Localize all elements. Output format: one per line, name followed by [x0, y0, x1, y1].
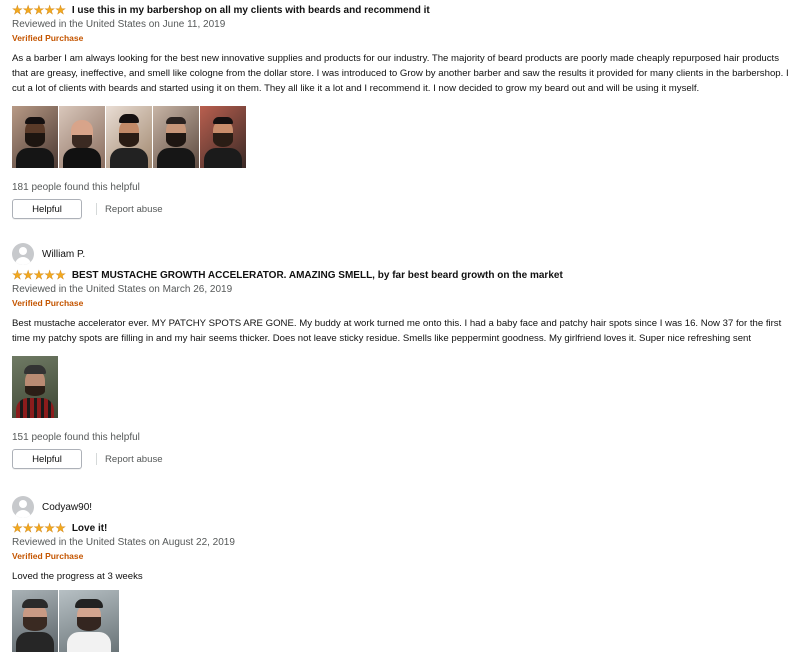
star-icon: ★	[12, 3, 23, 17]
star-icon: ★	[12, 521, 23, 535]
review-date: Reviewed in the United States on March 2…	[12, 284, 233, 295]
star-icon: ★	[22, 3, 34, 17]
reviewer-name: William P.	[42, 248, 86, 260]
star-icon: ★	[44, 3, 56, 17]
review-title-row: ★ ★ ★ ★ ★ BEST MUSTACHE GROWTH ACCELERATOR. …	[12, 267, 794, 283]
star-icon: ★	[55, 3, 66, 17]
review-title[interactable]: I use this in my barbershop on all my cl…	[72, 5, 430, 16]
review-image-thumbnail[interactable]	[59, 106, 105, 168]
verified-purchase-badge: Verified Purchase	[12, 33, 84, 43]
review-image-thumbnail[interactable]	[12, 590, 58, 652]
reviewer-profile[interactable]: William P.	[12, 243, 794, 265]
review-3: Codyaw90! ★ ★ ★ ★ ★ Love it! Reviewed in the…	[12, 496, 794, 652]
report-abuse-link[interactable]: Report abuse	[105, 454, 163, 465]
verified-purchase-badge: Verified Purchase	[12, 551, 84, 561]
divider	[96, 453, 97, 465]
review-body: As a barber I am always looking for the …	[12, 53, 789, 94]
report-abuse-link[interactable]: Report abuse	[105, 204, 163, 215]
review-title[interactable]: BEST MUSTACHE GROWTH ACCELERATOR. AMAZIN…	[72, 270, 563, 281]
star-icon: ★	[12, 268, 23, 282]
review-image-thumbnail[interactable]	[12, 106, 58, 168]
star-rating[interactable]: ★ ★ ★ ★ ★	[12, 4, 66, 16]
review-image-thumbnail[interactable]	[200, 106, 246, 168]
star-icon: ★	[55, 521, 66, 535]
reviewer-profile[interactable]: Codyaw90!	[12, 496, 794, 518]
review-image-thumbnail[interactable]	[106, 106, 152, 168]
review-image-thumbnail[interactable]	[59, 590, 119, 652]
review-1: ★ ★ ★ ★ ★ I use this in my barbershop on all…	[12, 2, 794, 219]
review-body: Best mustache accelerator ever. MY PATCH…	[12, 318, 782, 344]
review-title-row: ★ ★ ★ ★ ★ Love it!	[12, 520, 794, 536]
review-actions: Helpful Report abuse	[12, 199, 794, 219]
helpful-count: 151 people found this helpful	[12, 432, 140, 443]
review-date: Reviewed in the United States on June 11…	[12, 19, 226, 30]
review-image-strip	[12, 590, 794, 652]
review-title-row: ★ ★ ★ ★ ★ I use this in my barbershop on all…	[12, 2, 794, 18]
helpful-button[interactable]: Helpful	[12, 449, 82, 469]
review-actions: Helpful Report abuse	[12, 449, 794, 469]
avatar-icon	[12, 496, 34, 518]
review-2: William P. ★ ★ ★ ★ ★ BEST MUSTACHE GROWTH AC…	[12, 243, 794, 469]
star-icon: ★	[33, 3, 45, 17]
star-icon: ★	[22, 268, 34, 282]
verified-purchase-badge: Verified Purchase	[12, 298, 84, 308]
star-icon: ★	[55, 268, 66, 282]
review-image-strip	[12, 106, 794, 168]
star-rating[interactable]: ★ ★ ★ ★ ★	[12, 269, 66, 281]
review-title[interactable]: Love it!	[72, 523, 108, 534]
helpful-button[interactable]: Helpful	[12, 199, 82, 219]
star-rating[interactable]: ★ ★ ★ ★ ★	[12, 522, 66, 534]
star-icon: ★	[22, 521, 34, 535]
star-icon: ★	[33, 268, 45, 282]
avatar-icon	[12, 243, 34, 265]
review-date: Reviewed in the United States on August …	[12, 537, 235, 548]
reviewer-name: Codyaw90!	[42, 501, 93, 513]
divider	[96, 203, 97, 215]
review-body: Loved the progress at 3 weeks	[12, 571, 143, 582]
review-image-strip	[12, 356, 794, 418]
star-icon: ★	[44, 521, 56, 535]
star-icon: ★	[44, 268, 56, 282]
star-icon: ★	[33, 521, 45, 535]
review-image-thumbnail[interactable]	[153, 106, 199, 168]
helpful-count: 181 people found this helpful	[12, 182, 140, 193]
review-image-thumbnail[interactable]	[12, 356, 58, 418]
